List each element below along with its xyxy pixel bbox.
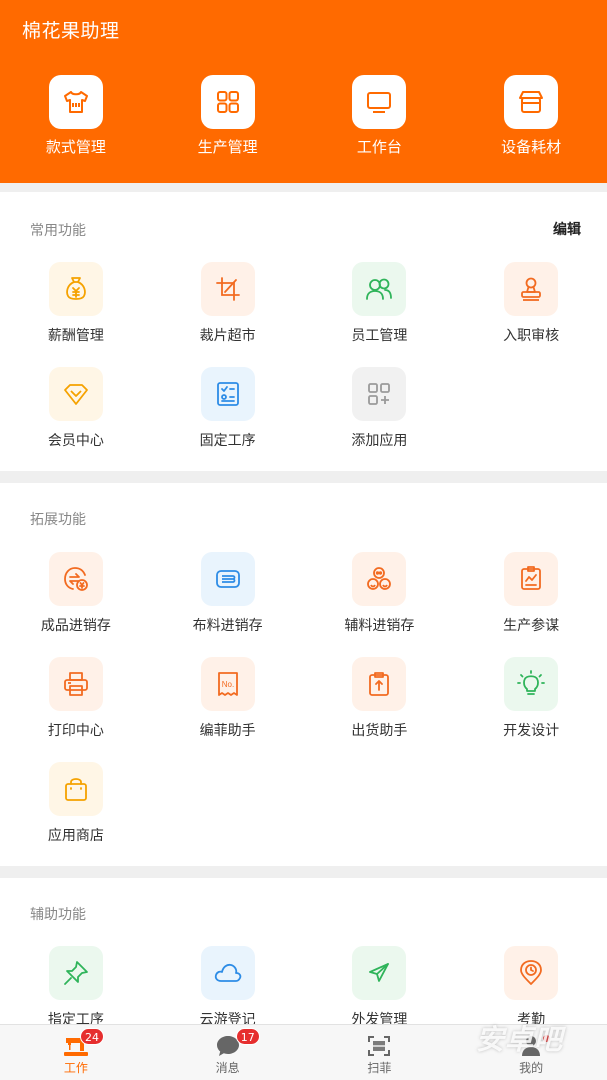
app-label: 成品进销存 [40,618,111,634]
ticket-icon: No. [200,657,255,711]
tab-badge: 17 [235,1028,260,1045]
app-label: 应用商店 [47,828,104,844]
top-nav-label: 设备耗材 [501,138,562,156]
app-fixed-process[interactable]: 固定工序 [152,367,304,472]
section-title: 拓展功能 [30,512,86,528]
top-nav-label: 生产管理 [197,138,258,156]
printer-icon [48,657,103,711]
app-label: 固定工序 [199,433,256,449]
app-add-application[interactable]: 添加应用 [304,367,456,472]
top-nav: 款式管理 生产管理 工作台 设备耗材 [0,75,607,157]
monitor-icon [352,75,407,129]
tab-label: 消息 [215,1061,240,1075]
app-label: 裁片超市 [199,328,256,344]
app-label: 入职审核 [503,328,560,344]
app-label: 编菲助手 [199,723,256,739]
tab-label: 我的 [519,1061,544,1075]
tab-messages[interactable]: 消息 17 [152,1025,304,1080]
app-app-store[interactable]: 应用商店 [0,762,152,867]
app-label: 开发设计 [503,723,560,739]
tab-work[interactable]: 工作 24 [0,1025,152,1080]
common-functions-grid: 薪酬管理 裁片超市 员工管理 入职审核 会员中心 固定工序 添加应用 [0,262,607,472]
header: 棉花果助理 款式管理 生产管理 工作台 设备耗材 [0,0,607,183]
app-label: 布料进销存 [192,618,263,634]
shopping-bag-icon [48,762,103,816]
checklist-icon [200,367,255,421]
app-development-design[interactable]: 开发设计 [455,657,607,762]
app-bundle-ticket-assistant[interactable]: No. 编菲助手 [152,657,304,762]
tab-mine[interactable]: 我的 [455,1025,607,1080]
app-label: 薪酬管理 [47,328,104,344]
diamond-icon [48,367,103,421]
chart-board-icon [504,552,559,606]
bottom-tab-bar: 工作 24 消息 17 扫菲 我的 [0,1024,607,1080]
app-cut-piece-market[interactable]: 裁片超市 [152,262,304,367]
app-salary-management[interactable]: 薪酬管理 [0,262,152,367]
app-onboarding-review[interactable]: 入职审核 [455,262,607,367]
top-nav-style-management[interactable]: 款式管理 [0,75,152,157]
pin-icon [48,946,103,1000]
svg-text:No.: No. [221,680,233,689]
edit-button[interactable]: 编辑 [553,219,581,239]
top-nav-label: 工作台 [356,138,402,156]
tab-label: 工作 [63,1061,88,1075]
fabric-icon [200,552,255,606]
common-functions-section: 常用功能 编辑 薪酬管理 裁片超市 员工管理 入职审核 会员中心 固定工序 添加… [0,192,607,471]
app-print-center[interactable]: 打印中心 [0,657,152,762]
store-icon [504,75,559,129]
paper-plane-icon [352,946,407,1000]
app-production-advisor[interactable]: 生产参谋 [455,552,607,657]
section-title: 常用功能 [30,223,86,239]
app-member-center[interactable]: 会员中心 [0,367,152,472]
clipboard-icon [352,657,407,711]
app-label: 辅料进销存 [344,618,415,634]
app-label: 会员中心 [47,433,104,449]
shirt-icon [48,75,103,129]
extended-functions-grid: 成品进销存 布料进销存 辅料进销存 生产参谋 打印中心 No. 编菲助手 出货助… [0,552,607,867]
top-nav-label: 款式管理 [45,138,106,156]
app-shipping-assistant[interactable]: 出货助手 [304,657,456,762]
section-title: 辅助功能 [30,907,86,923]
app-accessories-inventory[interactable]: 辅料进销存 [304,552,456,657]
tab-scan[interactable]: 扫菲 [304,1025,456,1080]
top-nav-workbench[interactable]: 工作台 [304,75,456,157]
app-fabric-inventory[interactable]: 布料进销存 [152,552,304,657]
tab-label: 扫菲 [367,1061,392,1075]
app-label: 生产参谋 [503,618,560,634]
tab-dot [543,1035,551,1042]
top-nav-equipment-consumables[interactable]: 设备耗材 [455,75,607,157]
app-label: 添加应用 [351,433,408,449]
extended-functions-section: 拓展功能 成品进销存 布料进销存 辅料进销存 生产参谋 打印中心 No. 编菲助… [0,483,607,866]
lightbulb-icon [504,657,559,711]
cloud-icon [200,946,255,1000]
users-icon [352,262,407,316]
scan-icon [366,1034,392,1058]
stamp-icon [504,262,559,316]
exchange-icon [48,552,103,606]
app-label: 打印中心 [47,723,104,739]
app-finished-goods-inventory[interactable]: 成品进销存 [0,552,152,657]
add-app-icon [352,367,407,421]
app-title: 棉花果助理 [22,20,120,42]
app-employee-management[interactable]: 员工管理 [304,262,456,367]
tab-badge: 24 [80,1028,104,1045]
top-nav-production-management[interactable]: 生产管理 [152,75,304,157]
money-bag-icon [48,262,103,316]
crop-icon [200,262,255,316]
location-clock-icon [504,946,559,1000]
app-label: 员工管理 [351,328,408,344]
buttons-icon [352,552,407,606]
app-label: 出货助手 [351,723,408,739]
grid-icon [200,75,255,129]
person-icon [518,1034,544,1058]
